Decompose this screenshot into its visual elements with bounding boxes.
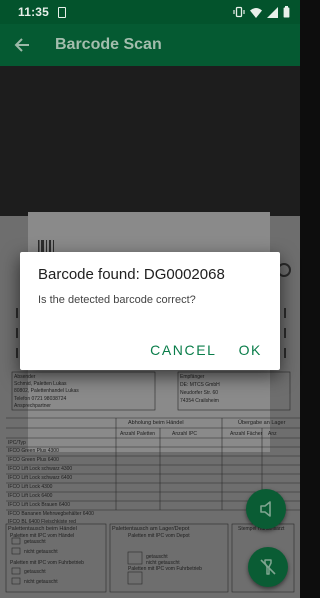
cancel-button[interactable]: CANCEL	[150, 342, 216, 358]
dialog-title: Barcode found: DG0002068	[38, 266, 225, 283]
barcode-confirm-dialog: Barcode found: DG0002068 Is the detected…	[20, 252, 280, 370]
dialog-actions: CANCEL OK	[150, 342, 262, 358]
dialog-message: Is the detected barcode correct?	[38, 294, 196, 306]
ok-button[interactable]: OK	[239, 342, 262, 358]
